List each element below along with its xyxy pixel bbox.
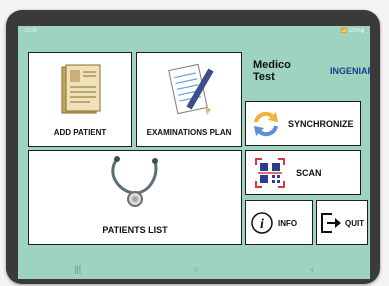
sync-icon <box>254 111 278 137</box>
quit-label: QUIT <box>345 219 365 228</box>
synchronize-label: SYNCHRONIZE <box>288 119 354 129</box>
synchronize-button[interactable]: SYNCHRONIZE <box>245 101 361 146</box>
checklist-pencil-icon <box>168 63 214 115</box>
android-nav-bar: ||| ○ ‹ <box>18 259 370 279</box>
stethoscope-icon <box>111 156 158 207</box>
app-title: Medico Test <box>253 59 291 83</box>
scan-label: SCAN <box>296 168 322 178</box>
app-screen: 10:29 📶 100%▮ ADD PATIENT EXAMINATIONS P… <box>18 26 370 279</box>
status-time: 10:29 <box>24 28 37 34</box>
info-icon: i <box>251 212 273 234</box>
status-indicators: 📶 100%▮ <box>340 28 364 34</box>
home-icon[interactable]: ○ <box>193 264 198 274</box>
status-bar: 10:29 📶 100%▮ <box>18 26 370 36</box>
examinations-plan-button[interactable]: EXAMINATIONS PLAN <box>136 52 242 147</box>
patient-file-icon <box>61 64 101 114</box>
add-patient-button[interactable]: ADD PATIENT <box>28 52 132 147</box>
patients-list-label: PATIENTS LIST <box>102 225 168 235</box>
add-patient-label: ADD PATIENT <box>53 128 107 137</box>
quit-button[interactable]: QUIT <box>316 200 368 245</box>
info-button[interactable]: i INFO <box>245 200 313 245</box>
examinations-plan-label: EXAMINATIONS PLAN <box>146 128 232 137</box>
ingeniars-logo: INGENIARS <box>330 66 370 76</box>
recent-apps-icon[interactable]: ||| <box>74 264 81 274</box>
scan-button[interactable]: SCAN <box>245 150 361 195</box>
info-label: INFO <box>278 219 298 228</box>
patients-list-button[interactable]: PATIENTS LIST <box>28 150 242 245</box>
back-icon[interactable]: ‹ <box>311 264 314 274</box>
exit-icon <box>321 213 341 233</box>
qr-scan-icon <box>255 158 285 188</box>
svg-text:i: i <box>260 217 264 232</box>
